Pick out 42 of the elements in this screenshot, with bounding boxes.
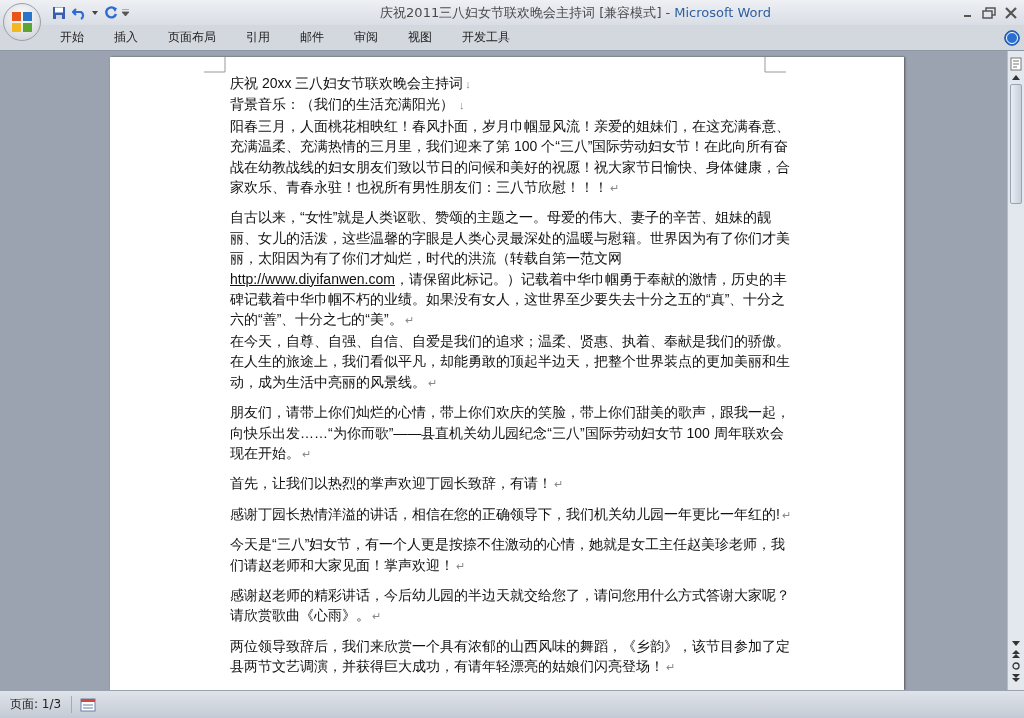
link[interactable]: http://www.diyifanwen.com bbox=[230, 270, 395, 287]
logo-icon bbox=[10, 10, 34, 34]
paragraph: 自古以来，“女性”就是人类讴歌、赞颂的主题之一。母爱的伟大、妻子的辛苦、姐妹的靓丽、女儿的活泼，这些温馨的字眼是人类心灵最深处的温暖与慰籍。世界因为有了你们才美丽，太阳因为有了你们才灿烂，时代的洪流（转载自第一范文网 http://www.diyifanwen.com，请保留此标记。）记载着中华巾帼勇于奉献的激情，历史的丰碑记载着中华巾帼不朽的业绩。如果没有女人，这世界至少要失去十分之五的“真”、十分之六的“善”、十分之七的“美”。↵ bbox=[230, 208, 791, 330]
corner-mark bbox=[204, 57, 226, 73]
ribbon-tab[interactable]: 开发工具 bbox=[448, 27, 524, 48]
corner-mark bbox=[764, 57, 786, 73]
paragraph: 庆祝 20xx 三八妇女节联欢晚会主持词↓ bbox=[230, 74, 472, 93]
paragraph: 背景音乐：（我们的生活充满阳光） ↓ bbox=[230, 95, 466, 115]
paragraph: 两位领导致辞后，我们来欣赏一个具有浓郁的山西风味的舞蹈，《乡韵》，该节目参加了定县两节文艺调演，并获得巨大成功，有请年轻漂亮的姑娘们闪亮登场！↵ bbox=[230, 636, 791, 677]
help-icon[interactable] bbox=[1004, 29, 1020, 46]
browse-object-icon[interactable] bbox=[1012, 662, 1020, 670]
paragraph: 感谢丁园长热情洋溢的讲话，相信在您的正确领导下，我们机关幼儿园一年更比一年红的!↵ bbox=[230, 504, 792, 524]
next-page-icon[interactable] bbox=[1012, 674, 1020, 682]
office-button[interactable] bbox=[3, 3, 41, 41]
paragraph: 感谢赵老师的精彩讲话，今后幼儿园的半边天就交给您了，请问您用什么方式答谢大家呢？请欣赏歌曲《心雨》。↵ bbox=[230, 585, 791, 626]
ribbon-tab[interactable]: 邮件 bbox=[286, 27, 338, 48]
app-name: Microsoft Word bbox=[674, 4, 771, 20]
paragraph: 首先，让我们以热烈的掌声欢迎丁园长致辞，有请！↵ bbox=[230, 474, 564, 494]
close-icon[interactable] bbox=[1004, 6, 1018, 19]
ribbon-tab[interactable]: 视图 bbox=[394, 27, 446, 48]
restore-icon[interactable] bbox=[982, 6, 996, 19]
ribbon-tab[interactable]: 引用 bbox=[232, 27, 284, 48]
title-separator: - bbox=[665, 4, 671, 20]
vertical-scrollbar[interactable] bbox=[1007, 51, 1024, 690]
scroll-up-icon[interactable] bbox=[1012, 75, 1020, 80]
previous-page-icon[interactable] bbox=[1012, 650, 1020, 658]
window-title: 庆祝2011三八妇女节联欢晚会主持词 [兼容模式] bbox=[380, 4, 662, 20]
dropdown-icon[interactable] bbox=[92, 10, 98, 15]
redo-icon[interactable] bbox=[104, 5, 118, 20]
paragraph: 朋友们，请带上你们灿烂的心情，带上你们欢庆的笑脸，带上你们甜美的歌声，跟我一起，向快乐出发……“为你而歌”——县直机关幼儿园纪念“三八”国际劳动妇女节 100 周年联欢会现在开始。↵ bbox=[230, 403, 791, 463]
save-icon[interactable] bbox=[52, 5, 66, 20]
paragraph: 在今天，自尊、自强、自信、自爱是我们的追求；温柔、贤惠、执着、奉献是我们的骄傲。在人生的旅途上，我们看似平凡，却能勇敢的顶起半边天，把整个世界装点的更加美丽和生动，成为生活中亮丽的风景线。↵ bbox=[230, 331, 791, 392]
scroll-thumb[interactable] bbox=[1010, 84, 1022, 204]
ribbon-tab[interactable]: 插入 bbox=[100, 27, 152, 48]
scroll-down-icon[interactable] bbox=[1012, 641, 1020, 646]
paragraph: 今天是“三八”妇女节，有一个人更是按捺不住激动的心情，她就是女工主任赵美珍老师，我们请赵老师和大家见面！掌声欢迎！↵ bbox=[230, 535, 787, 575]
ribbon-tab[interactable]: 开始 bbox=[46, 27, 98, 48]
ribbon-tab[interactable]: 审阅 bbox=[340, 27, 392, 48]
page-indicator[interactable]: 页面: 1/3 bbox=[0, 696, 73, 713]
ribbon-tab[interactable]: 页面布局 bbox=[154, 27, 230, 48]
customize-icon[interactable] bbox=[122, 9, 129, 16]
paragraph: 阳春三月，人面桃花相映红！春风扑面，岁月巾帼显风流！亲爱的姐妹们，在这充满春意、充满温柔、充满热情的三月里，我们迎来了第 100 个“三八”国际劳动妇女节！在此向所有奋战在幼教战线的妇女朋友们致以节日的问候和美好的祝愿！祝大家节日愉快、身体健康，合家欢乐、青春永驻！也祝所有男性朋友们：三八节欣慰！！！↵ bbox=[230, 116, 791, 198]
